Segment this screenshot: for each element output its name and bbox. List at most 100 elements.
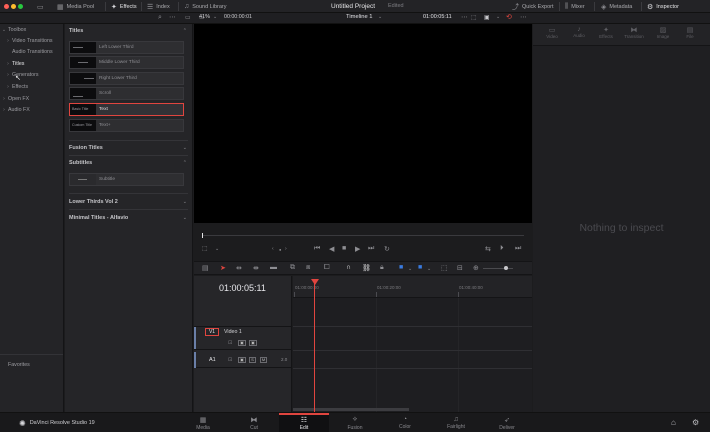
zoom-full-icon[interactable]: ⬚ (441, 264, 448, 272)
tree-item-audio-transitions[interactable]: Audio Transitions (4, 47, 53, 57)
home-icon[interactable]: ⌂ (671, 418, 676, 427)
sound-library-button[interactable]: ♫ Sound Library (184, 0, 227, 13)
next-edit-icon[interactable]: ⏵ (500, 245, 504, 253)
auto-select-icon[interactable]: ▣ (238, 357, 246, 363)
zoom-detail-icon[interactable]: ⊟ (457, 264, 463, 272)
insert-clip-icon[interactable]: ⧉ (290, 264, 295, 272)
title-left-lower-third[interactable]: Left Lower Third (69, 41, 184, 54)
mute-icon[interactable]: M (260, 357, 267, 363)
minimize-window-button[interactable] (11, 4, 16, 9)
tree-item-audio-fx[interactable]: › Audio FX (0, 105, 30, 115)
inspector-tab-file[interactable]: ▤ File (678, 26, 702, 39)
inspector-tab-transition[interactable]: ⧓ Transition (622, 26, 646, 39)
inspector-tab-audio[interactable]: ♪ Audio (567, 26, 591, 38)
inspector-button[interactable]: ⚙ Inspector (647, 0, 679, 13)
marker-color-icon[interactable]: ■ (418, 264, 422, 271)
subtitles-section-header[interactable]: Subtitles ⌃ (65, 158, 193, 168)
timeline-horizontal-scrollbar[interactable] (293, 408, 409, 411)
playhead-handle[interactable] (311, 279, 319, 285)
page-color[interactable]: ◔ Color (380, 413, 430, 432)
timeline-ruler[interactable]: 01:00:00:00 01:00:20:00 01:00:40:00 (293, 276, 532, 298)
titles-section-header[interactable]: Titles ⌃ (65, 26, 193, 36)
minimal-titles-section-header[interactable]: Minimal Titles - Alfavio ⌄ (65, 213, 193, 223)
title-text[interactable]: Basic Title Text (69, 103, 184, 116)
play-icon[interactable]: ▶ (355, 245, 360, 253)
more-options-icon[interactable]: ⋯ (520, 13, 527, 21)
auto-select-icon[interactable]: ▣ (238, 340, 246, 346)
video-track-header[interactable]: V1 Video 1 ⊡ ▣ ▣ (194, 326, 291, 350)
timeline-viewer[interactable] (194, 24, 532, 223)
zoom-chevron-icon[interactable]: ⌄ (213, 14, 217, 20)
flag-color-icon[interactable]: ■ (399, 264, 403, 271)
quick-export-button[interactable]: ⤴ Quick Export (512, 0, 553, 13)
title-right-lower-third[interactable]: Right Lower Third (69, 72, 184, 85)
inspector-tab-effects[interactable]: ✦ Effects (594, 26, 618, 39)
options-icon[interactable]: ⋯ (169, 13, 176, 21)
timeline-view-options-icon[interactable]: ▤ (202, 264, 209, 272)
timeline-tracks-area[interactable]: 01:00:00:00 01:00:20:00 01:00:40:00 (293, 276, 532, 412)
subtitle-item[interactable]: Subtitle (69, 173, 184, 186)
chevron-down-icon[interactable]: ⌄ (408, 266, 412, 272)
last-frame-icon[interactable]: ⏭ (515, 245, 521, 253)
go-to-start-icon[interactable]: ⏮ (314, 245, 320, 253)
title-text-plus[interactable]: Custom Title Text+ (69, 119, 184, 132)
replace-clip-icon[interactable]: ⧠ (324, 264, 330, 272)
tree-item-effects[interactable]: › Effects (4, 82, 28, 92)
zoom-slider[interactable] (483, 268, 513, 269)
tree-item-toolbox[interactable]: ⌄ Toolbox (0, 25, 26, 35)
play-reverse-icon[interactable]: ◀ (329, 245, 334, 253)
track-visibility-icon[interactable]: ▣ (249, 340, 257, 346)
video-track-id[interactable]: V1 (205, 328, 219, 336)
audio-track-id[interactable]: A1 (209, 357, 216, 363)
safe-area-icon[interactable]: ⬚ (202, 245, 208, 252)
title-scroll[interactable]: Scroll (69, 87, 184, 100)
tree-item-video-transitions[interactable]: › Video Transitions (4, 36, 52, 46)
match-frame-icon[interactable]: ⇆ (485, 245, 491, 253)
zoom-level[interactable]: 41% (199, 14, 210, 20)
settings-gear-icon[interactable]: ⚙ (692, 418, 699, 427)
page-edit[interactable]: ☷ Edit (279, 413, 329, 432)
snapping-icon[interactable]: ∩ (346, 264, 351, 271)
video-track-name[interactable]: Video 1 (224, 329, 242, 335)
stop-icon[interactable]: ■ (342, 245, 346, 252)
metadata-button[interactable]: ◈ Metadata (601, 0, 632, 13)
lock-icon[interactable]: ⊡ (228, 357, 232, 363)
page-deliver[interactable]: ➶ Deliver (482, 413, 532, 432)
zoom-slider-handle[interactable] (504, 266, 508, 270)
tree-item-titles[interactable]: › Titles (4, 59, 24, 69)
mixer-button[interactable]: ⫼ Mixer (565, 0, 585, 13)
tree-item-open-fx[interactable]: › Open FX (0, 94, 29, 104)
effects-button[interactable]: ✦ Effects (111, 0, 137, 13)
zoom-custom-icon[interactable]: ⊕ (473, 264, 479, 272)
go-to-end-icon[interactable]: ⏭ (368, 245, 374, 253)
fusion-titles-section-header[interactable]: Fusion Titles ⌄ (65, 143, 193, 153)
inspector-tab-image[interactable]: ▨ Image (651, 26, 675, 39)
chevron-down-icon[interactable]: ⌄ (427, 266, 431, 272)
close-window-button[interactable] (4, 4, 9, 9)
page-media[interactable]: ▦ Media (178, 413, 228, 432)
favorites-header[interactable]: Favorites (8, 360, 30, 370)
page-fairlight[interactable]: ♫ Fairlight (431, 413, 481, 432)
trim-tool-icon[interactable]: ⇹ (236, 264, 242, 272)
audio-track-header[interactable]: A1 ⊡ ▣ S M 2.0 (194, 352, 291, 368)
playhead[interactable] (314, 280, 315, 412)
overwrite-clip-icon[interactable]: ⧈ (306, 264, 310, 272)
linked-selection-icon[interactable]: ⛓ (362, 264, 371, 272)
viewer-scrubber[interactable] (194, 232, 532, 240)
inspector-tab-video[interactable]: ▭ Video (540, 26, 564, 39)
search-icon[interactable]: ⌕ (158, 14, 162, 22)
title-middle-lower-third[interactable]: Middle Lower Third (69, 56, 184, 69)
jog-dot-icon[interactable]: ● (279, 247, 281, 252)
scrubber-handle[interactable] (202, 233, 203, 238)
viewer-options-icon[interactable]: ⋯ (461, 13, 468, 21)
display-mode-icon[interactable]: ▣ (484, 14, 490, 21)
page-cut[interactable]: ⧓ Cut (229, 413, 279, 432)
timeline-name[interactable]: Timeline 1 (346, 14, 373, 20)
lower-thirds-vol2-section-header[interactable]: Lower Thirds Vol 2 ⌄ (65, 197, 193, 207)
layout-icon[interactable]: ▭ (37, 0, 44, 13)
chevron-down-icon[interactable]: ⌄ (215, 246, 219, 252)
solo-icon[interactable]: S (249, 357, 256, 363)
blade-tool-icon[interactable]: ▬ (270, 264, 277, 271)
position-lock-icon[interactable]: 🔒︎ (380, 264, 384, 272)
snap-icon[interactable]: ⟲ (506, 13, 512, 21)
